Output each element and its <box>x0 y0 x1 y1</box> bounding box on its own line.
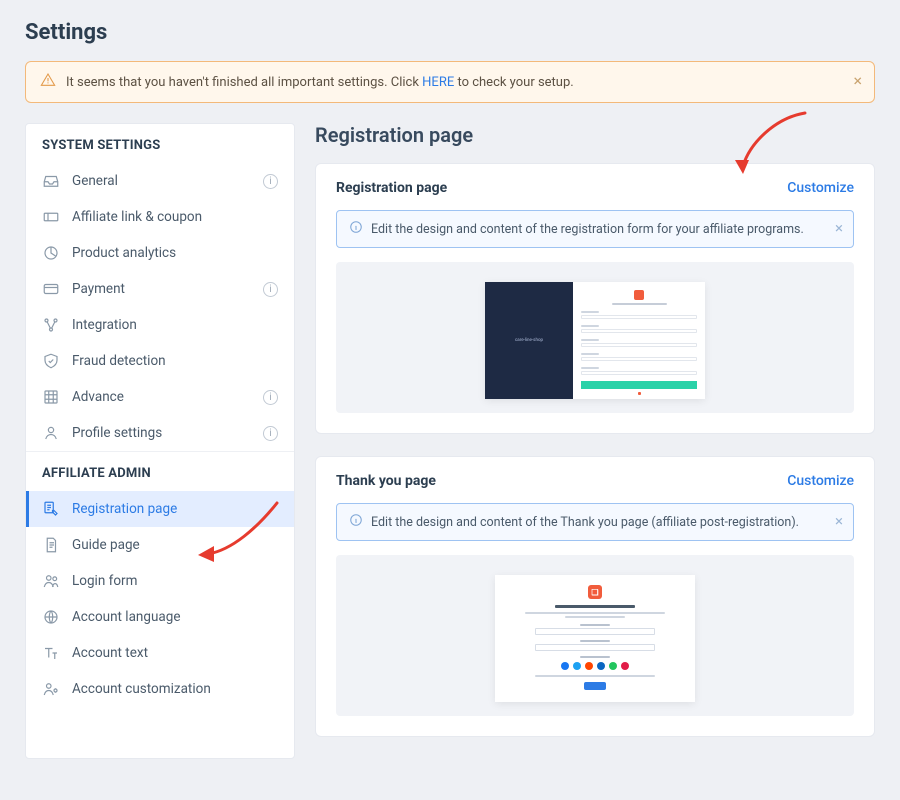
sidebar-item-affiliate-link[interactable]: Affiliate link & coupon <box>26 199 294 235</box>
sidebar-item-label: Account text <box>72 645 148 661</box>
info-bar: Edit the design and content of the Thank… <box>336 503 854 541</box>
page-title: Settings <box>25 20 875 45</box>
preview-side-label: care-line-shop <box>485 282 573 399</box>
info-close-icon[interactable]: × <box>835 219 843 237</box>
card-registration-page: Registration page Customize Edit the des… <box>315 163 875 434</box>
sidebar-item-account-text[interactable]: Account text <box>26 635 294 671</box>
sidebar-section-admin: AFFILIATE ADMIN <box>26 451 294 491</box>
info-icon <box>349 220 363 238</box>
sidebar-item-label: Account customization <box>72 681 211 697</box>
sidebar-item-label: Fraud detection <box>72 353 166 369</box>
card-title: Thank you page <box>336 473 436 489</box>
ticket-icon <box>42 208 60 226</box>
text-icon <box>42 644 60 662</box>
sidebar-item-label: Login form <box>72 573 137 589</box>
preview-registration: care-line-shop <box>336 262 854 413</box>
card-thankyou-page: Thank you page Customize Edit the design… <box>315 456 875 737</box>
globe-icon <box>42 608 60 626</box>
info-text: Edit the design and content of the regis… <box>371 222 804 237</box>
sidebar-item-general[interactable]: General i <box>26 163 294 199</box>
sidebar-item-account-customization[interactable]: Account customization <box>26 671 294 707</box>
grid-icon <box>42 388 60 406</box>
document-icon <box>42 536 60 554</box>
nodes-icon <box>42 316 60 334</box>
sidebar-item-login-form[interactable]: Login form <box>26 563 294 599</box>
alert-close-icon[interactable]: × <box>853 71 862 90</box>
main-heading: Registration page <box>315 123 875 147</box>
info-icon <box>349 513 363 531</box>
preview-thankyou: ❑ <box>336 555 854 716</box>
sidebar-item-registration-page[interactable]: Registration page <box>26 491 294 527</box>
form-edit-icon <box>42 500 60 518</box>
sidebar-item-product-analytics[interactable]: Product analytics <box>26 235 294 271</box>
sidebar-item-payment[interactable]: Payment i <box>26 271 294 307</box>
registration-preview-mock: care-line-shop <box>485 282 705 399</box>
warning-icon <box>40 72 56 92</box>
sidebar-item-label: General <box>72 173 118 189</box>
sidebar-section-system: SYSTEM SETTINGS <box>26 124 294 163</box>
info-text: Edit the design and content of the Thank… <box>371 515 799 530</box>
sidebar-item-label: Product analytics <box>72 245 176 261</box>
sidebar-item-label: Integration <box>72 317 137 333</box>
sidebar-item-label: Guide page <box>72 537 140 553</box>
shield-icon <box>42 352 60 370</box>
sidebar-item-fraud-detection[interactable]: Fraud detection <box>26 343 294 379</box>
setup-alert: It seems that you haven't finished all i… <box>25 61 875 103</box>
info-badge-icon[interactable]: i <box>263 174 278 189</box>
alert-text: It seems that you haven't finished all i… <box>66 75 574 90</box>
main-content: Registration page Registration page Cust… <box>315 123 875 759</box>
sidebar-item-advance[interactable]: Advance i <box>26 379 294 415</box>
card-title: Registration page <box>336 180 447 196</box>
info-badge-icon[interactable]: i <box>263 282 278 297</box>
inbox-icon <box>42 172 60 190</box>
layout: SYSTEM SETTINGS General i Affiliate link… <box>25 123 875 759</box>
sidebar-item-guide-page[interactable]: Guide page <box>26 527 294 563</box>
customize-link[interactable]: Customize <box>787 473 854 489</box>
sidebar-item-label: Payment <box>72 281 125 297</box>
sidebar-item-profile-settings[interactable]: Profile settings i <box>26 415 294 451</box>
info-badge-icon[interactable]: i <box>263 426 278 441</box>
users-icon <box>42 572 60 590</box>
info-close-icon[interactable]: × <box>835 512 843 530</box>
alert-here-link[interactable]: HERE <box>422 75 454 90</box>
user-icon <box>42 424 60 442</box>
pie-chart-icon <box>42 244 60 262</box>
sidebar-item-label: Registration page <box>72 501 177 517</box>
info-bar: Edit the design and content of the regis… <box>336 210 854 248</box>
customize-link[interactable]: Customize <box>787 180 854 196</box>
user-gear-icon <box>42 680 60 698</box>
credit-card-icon <box>42 280 60 298</box>
sidebar-item-label: Account language <box>72 609 181 625</box>
info-badge-icon[interactable]: i <box>263 390 278 405</box>
sidebar-item-label: Affiliate link & coupon <box>72 209 202 225</box>
sidebar-item-label: Advance <box>72 389 124 405</box>
sidebar-item-label: Profile settings <box>72 425 162 441</box>
sidebar: SYSTEM SETTINGS General i Affiliate link… <box>25 123 295 759</box>
thankyou-preview-mock: ❑ <box>495 575 695 702</box>
sidebar-item-account-language[interactable]: Account language <box>26 599 294 635</box>
sidebar-item-integration[interactable]: Integration <box>26 307 294 343</box>
